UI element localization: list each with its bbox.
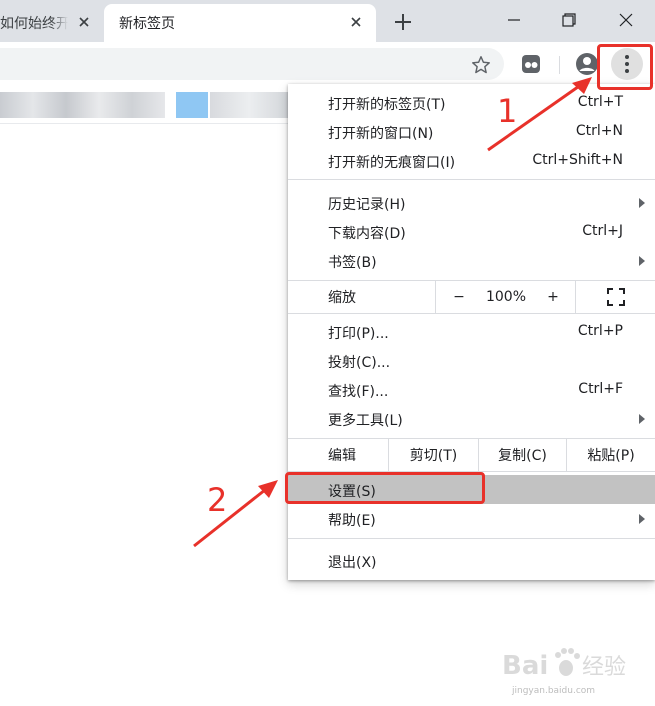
zoom-level: 100% [485, 289, 527, 305]
menu-item-help[interactable]: 帮助(E) [288, 504, 655, 533]
edit-row: 编辑 剪切(T) 复制(C) 粘贴(P) [288, 439, 655, 471]
annotation-step-1: 1 [497, 92, 518, 130]
fullscreen-button[interactable] [598, 281, 634, 313]
fullscreen-icon [607, 288, 625, 306]
menu-item-exit[interactable]: 退出(X) [288, 546, 655, 575]
menu-separator [288, 179, 655, 180]
cut-button[interactable]: 剪切(T) [389, 439, 478, 471]
tab-title: 如何始终开 [0, 16, 68, 32]
menu-item-find[interactable]: 查找(F)... Ctrl+F [288, 375, 655, 404]
menu-separator [288, 313, 655, 314]
close-icon[interactable] [76, 14, 92, 30]
address-bar[interactable] [0, 48, 504, 80]
menu-separator [288, 538, 655, 539]
watermark-site: jingyan.baidu.com [512, 686, 596, 696]
menu-item-label: 投射(C)... [328, 355, 391, 371]
svg-text:Bai: Bai [502, 651, 548, 681]
tab-title: 新标签页 [119, 16, 175, 32]
menu-item-label: 打开新的无痕窗口(I) [328, 155, 456, 171]
zoom-label: 缩放 [328, 290, 356, 306]
menu-item-downloads[interactable]: 下载内容(D) Ctrl+J [288, 217, 655, 246]
submenu-arrow-icon [639, 414, 645, 424]
edit-label: 编辑 [328, 448, 356, 464]
menu-item-shortcut: Ctrl+F [578, 381, 623, 397]
submenu-arrow-icon [639, 198, 645, 208]
annotation-arrow-2-icon [193, 480, 278, 548]
menu-item-label: 打印(P)... [328, 326, 389, 342]
menu-item-label: 帮助(E) [328, 513, 376, 529]
menu-item-shortcut: Ctrl+J [582, 223, 623, 239]
menu-item-label: 书签(B) [328, 255, 377, 271]
annotation-box-settings [285, 472, 485, 504]
zoom-divider [575, 281, 576, 313]
menu-item-label: 更多工具(L) [328, 413, 403, 429]
menu-item-label: 打开新的标签页(T) [328, 97, 446, 113]
menu-item-label: 打开新的窗口(N) [328, 126, 434, 142]
menu-item-cast[interactable]: 投射(C)... [288, 346, 655, 375]
svg-text:经验: 经验 [582, 655, 626, 680]
new-tab-plus-icon[interactable] [392, 11, 414, 33]
zoom-in-button[interactable]: + [540, 281, 566, 313]
menu-item-label: 下载内容(D) [328, 226, 406, 242]
menu-item-shortcut: Ctrl+P [577, 323, 623, 339]
menu-item-history[interactable]: 历史记录(H) [288, 188, 655, 217]
menu-item-label: 查找(F)... [328, 384, 389, 400]
minimize-icon[interactable] [502, 8, 526, 32]
close-icon[interactable] [348, 14, 364, 30]
tab-inactive[interactable]: 如何始终开 [0, 4, 104, 42]
close-window-icon[interactable] [614, 8, 638, 32]
submenu-arrow-icon [639, 514, 645, 524]
tab-active[interactable]: 新标签页 [104, 4, 376, 42]
tab-strip: 如何始终开 新标签页 [0, 0, 655, 42]
bookmark-blurred [0, 92, 165, 118]
bookmark-blurred [210, 92, 288, 118]
zoom-row: 缩放 − 100% + [288, 281, 655, 313]
copy-button[interactable]: 复制(C) [479, 439, 566, 471]
menu-item-label: 历史记录(H) [328, 197, 406, 213]
menu-item-label: 退出(X) [328, 555, 377, 571]
zoom-divider [435, 281, 436, 313]
menu-item-more-tools[interactable]: 更多工具(L) [288, 404, 655, 433]
submenu-arrow-icon [639, 256, 645, 266]
bookmark-blurred [176, 92, 208, 118]
annotation-step-2: 2 [207, 481, 228, 519]
paste-button[interactable]: 粘贴(P) [567, 439, 655, 471]
zoom-out-button[interactable]: − [446, 281, 472, 313]
menu-item-bookmarks[interactable]: 书签(B) [288, 246, 655, 275]
restore-icon[interactable] [557, 8, 581, 32]
menu-item-print[interactable]: 打印(P)... Ctrl+P [288, 317, 655, 346]
